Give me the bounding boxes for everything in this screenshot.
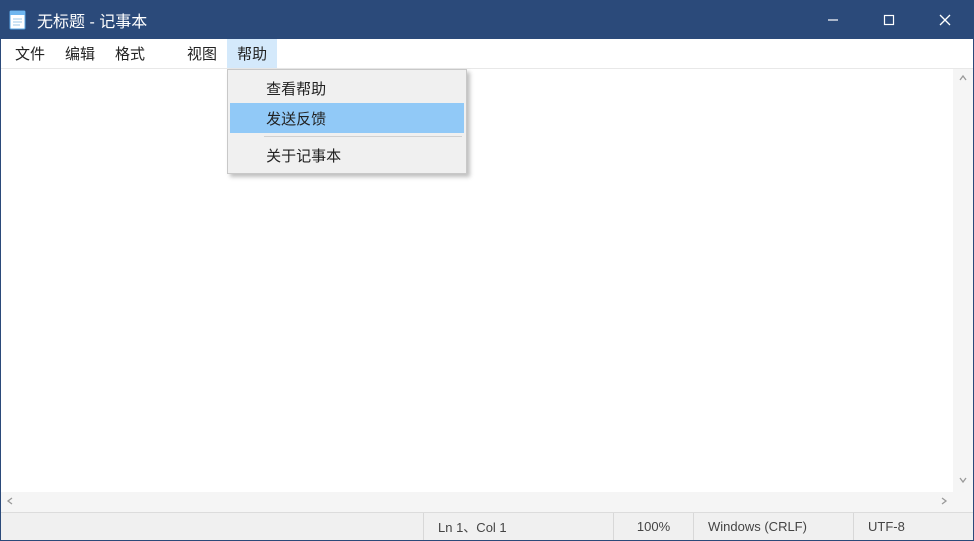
scroll-right-icon — [939, 496, 949, 509]
notepad-icon — [7, 9, 29, 31]
vertical-scrollbar[interactable] — [953, 69, 973, 492]
menu-help[interactable]: 帮助 查看帮助 发送反馈 关于记事本 — [227, 39, 277, 68]
scroll-left-icon — [5, 496, 15, 509]
status-position: Ln 1、Col 1 — [423, 513, 613, 540]
horizontal-scrollbar[interactable] — [1, 492, 953, 512]
minimize-button[interactable] — [805, 1, 861, 39]
menu-view[interactable]: 视图 — [177, 39, 227, 68]
scroll-down-icon — [958, 475, 968, 488]
scroll-up-icon — [958, 73, 968, 86]
scroll-corner — [953, 492, 973, 512]
content-area — [1, 69, 973, 512]
status-zoom: 100% — [613, 513, 693, 540]
menu-separator — [264, 136, 462, 137]
notepad-window: 无标题 - 记事本 文件 编辑 格式 视图 帮助 查看帮助 发送反馈 — [0, 0, 974, 541]
close-button[interactable] — [917, 1, 973, 39]
window-controls — [805, 1, 973, 39]
help-view-help[interactable]: 查看帮助 — [230, 73, 464, 103]
statusbar: Ln 1、Col 1 100% Windows (CRLF) UTF-8 — [1, 512, 973, 540]
maximize-button[interactable] — [861, 1, 917, 39]
help-send-feedback[interactable]: 发送反馈 — [230, 103, 464, 133]
menu-format[interactable]: 格式 — [105, 39, 155, 68]
help-dropdown: 查看帮助 发送反馈 关于记事本 — [227, 69, 467, 174]
status-encoding: UTF-8 — [853, 513, 973, 540]
help-about[interactable]: 关于记事本 — [230, 140, 464, 170]
menu-help-label: 帮助 — [237, 43, 267, 64]
status-line-ending: Windows (CRLF) — [693, 513, 853, 540]
window-title: 无标题 - 记事本 — [37, 8, 147, 32]
menu-file[interactable]: 文件 — [5, 39, 55, 68]
menubar: 文件 编辑 格式 视图 帮助 查看帮助 发送反馈 关于记事本 — [1, 39, 973, 69]
menu-edit[interactable]: 编辑 — [55, 39, 105, 68]
titlebar: 无标题 - 记事本 — [1, 1, 973, 39]
text-editor[interactable] — [1, 69, 973, 512]
